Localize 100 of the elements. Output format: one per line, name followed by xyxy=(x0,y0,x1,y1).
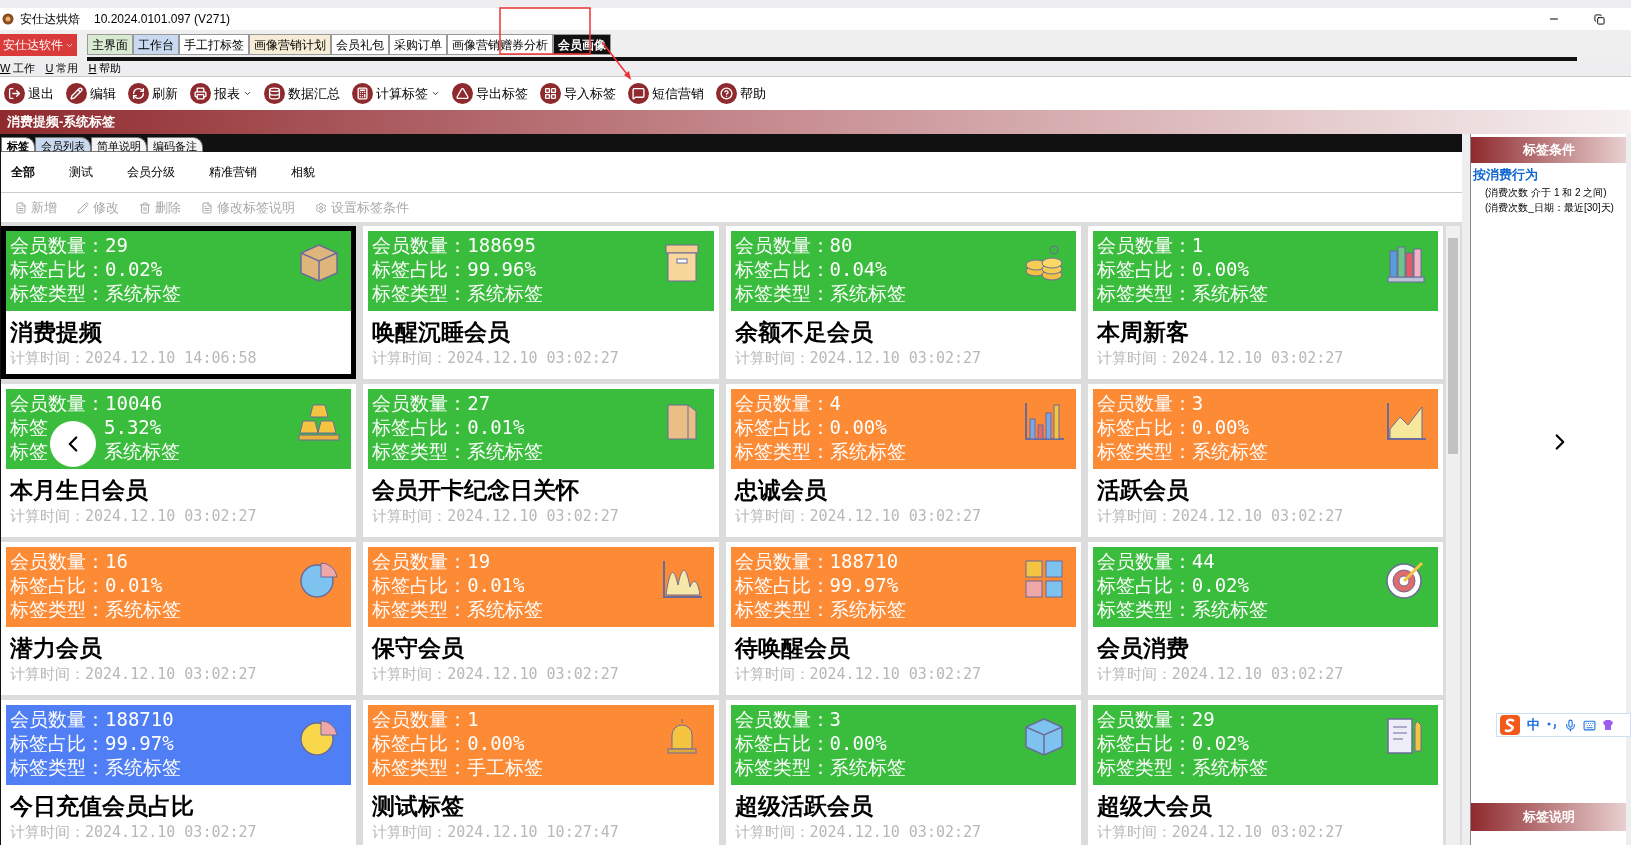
card-title: 唤醒沉睡会员 xyxy=(372,318,512,347)
tag-ratio: 标签占比：0.00% xyxy=(1096,415,1249,439)
tag-ratio: 标签 xyxy=(10,415,48,439)
tag-card[interactable]: 会员数量：188695 标签占比：99.96% 标签类型：系统标签 唤醒沉睡会员 计算时间：2024.12.10 03:02:27 xyxy=(363,226,719,379)
tag-type: 标签类型：系统标签 xyxy=(372,597,544,621)
tag-type: 标签类型：系统标签 xyxy=(734,281,906,305)
scrollbar[interactable] xyxy=(1446,226,1460,845)
module-tab[interactable]: 画像营销计划 xyxy=(249,34,331,55)
tag-ratio: 标签占比：99.97% xyxy=(734,573,899,597)
view-tab[interactable]: 编码备注 xyxy=(147,137,203,152)
card-title: 保守会员 xyxy=(372,634,466,663)
tag-card[interactable]: 会员数量：1 标签占比：0.00% 标签类型：系统标签 本周新客 计算时间：2024.12.10 03:02:27 xyxy=(1087,226,1443,379)
tag-card[interactable]: 会员数量：3 标签占比：0.00% 标签类型：系统标签 超级活跃会员 计算时间：2024.12.10 03:02:27 xyxy=(725,700,1081,845)
calculator-icon xyxy=(352,83,373,104)
keyboard-icon[interactable] xyxy=(1583,718,1596,732)
calc-time: 计算时间：2024.12.10 03:02:27 xyxy=(1096,664,1345,685)
calc-time: 计算时间：2024.12.10 03:02:27 xyxy=(372,348,620,369)
toolbar-button[interactable]: 编辑 xyxy=(66,83,116,104)
tag-card[interactable]: 会员数量：4 标签占比：0.00% 标签类型：系统标签 忠诚会员 计算时间：2024.12.10 03:02:27 xyxy=(725,384,1081,537)
toolbar-button[interactable]: 报表 xyxy=(190,83,252,104)
caret-icon xyxy=(431,89,440,98)
microphone-icon[interactable] xyxy=(1564,718,1577,732)
calc-time: 计算时间：2024.12.10 03:02:27 xyxy=(372,506,620,527)
tag-ratio: 标签占比：0.00% xyxy=(734,415,887,439)
tag-card[interactable]: 会员数量：19 标签占比：0.01% 标签类型：系统标签 保守会员 计算时间：2024.12.10 03:02:27 xyxy=(363,542,719,695)
tag-card[interactable]: 会员数量：16 标签占比：0.01% 标签类型：系统标签 潜力会员 计算时间：2024.12.10 03:02:27 xyxy=(1,542,357,695)
tag-type: 标签类型：手工标签 xyxy=(372,755,544,779)
condition-group: 按消费行为 xyxy=(1473,165,1626,185)
shirt-icon[interactable] xyxy=(1602,719,1614,731)
grid-icon xyxy=(540,83,561,104)
document-icon xyxy=(15,201,27,214)
card-title: 测试标签 xyxy=(372,792,466,821)
tag-type: 标签 xyxy=(10,439,48,463)
category-tab[interactable]: 测试 xyxy=(69,163,93,181)
toolbar-button[interactable]: 导出标签 xyxy=(452,83,528,104)
category-tab[interactable]: 会员分级 xyxy=(127,163,175,181)
calc-time: 计算时间：2024.12.10 03:02:27 xyxy=(1096,506,1345,527)
tag-card[interactable]: 会员数量：80 标签占比：0.04% 标签类型：系统标签 余额不足会员 计算时间：2024.12.10 03:02:27 xyxy=(725,226,1081,379)
card-title: 潜力会员 xyxy=(10,634,103,663)
tag-card[interactable]: 会员数量：10046 标签 5.32% 标签 系统标签 本月生日会员 计算时间：2024.12.10 03:02:27 xyxy=(1,384,357,537)
tag-card[interactable]: 会员数量：3 标签占比：0.00% 标签类型：系统标签 活跃会员 计算时间：2024.12.10 03:02:27 xyxy=(1087,384,1443,537)
card-title: 消费提频 xyxy=(10,318,103,347)
view-tab[interactable]: 简单说明 xyxy=(91,137,147,152)
member-count: 会员数量：188710 xyxy=(10,707,175,731)
tag-card[interactable]: 会员数量：29 标签占比：0.02% 标签类型：系统标签 超级大会员 计算时间：2024.12.10 03:02:27 xyxy=(1087,700,1443,845)
menu-item[interactable]: U 常用 xyxy=(45,59,79,77)
card-title: 本月生日会员 xyxy=(10,476,149,505)
tag-card[interactable]: 会员数量：27 标签占比：0.01% 标签类型：系统标签 会员开卡纪念日关怀 计算时间：2024.12.10 03:02:27 xyxy=(363,384,719,537)
brand-menu-button[interactable]: 安仕达软件 xyxy=(0,34,77,56)
gear-icon xyxy=(315,201,327,214)
card-title: 会员消费 xyxy=(1096,634,1190,663)
tag-card[interactable]: 会员数量：188710 标签占比：99.97% 标签类型：系统标签 今日充值会员占比 计算时间：2024.12.10 03:02:27 xyxy=(1,700,357,845)
category-tab[interactable]: 全部 xyxy=(11,163,35,181)
member-count: 会员数量：4 xyxy=(734,391,842,415)
module-tab[interactable]: 会员礼包 xyxy=(331,34,389,55)
tag-card[interactable]: 会员数量：44 标签占比：0.02% 标签类型：系统标签 会员消费 计算时间：2024.12.10 03:02:27 xyxy=(1087,542,1443,695)
calc-time: 计算时间：2024.12.10 03:02:27 xyxy=(372,664,620,685)
tag-type-value: 系统标签 xyxy=(104,439,180,463)
module-tab[interactable]: 工作台 xyxy=(133,34,179,55)
toolbar-button[interactable]: 短信营销 xyxy=(628,83,704,104)
tag-card[interactable]: 会员数量：188710 标签占比：99.97% 标签类型：系统标签 待唤醒会员 计算时间：2024.12.10 03:02:27 xyxy=(725,542,1081,695)
member-count: 会员数量：19 xyxy=(372,549,492,573)
toolbar-button[interactable]: 数据汇总 xyxy=(264,83,340,104)
menu-item[interactable]: W 工作 xyxy=(0,59,36,77)
menu-item[interactable]: H 帮助 xyxy=(88,59,122,77)
member-count: 会员数量：29 xyxy=(1096,707,1216,731)
member-count: 会员数量：44 xyxy=(1096,549,1216,573)
card-title: 余额不足会员 xyxy=(734,318,874,347)
tag-type: 标签类型：系统标签 xyxy=(1096,439,1268,463)
view-tab[interactable]: 标签 xyxy=(1,137,35,152)
toolbar-button[interactable]: 帮助 xyxy=(716,83,766,104)
document-icon xyxy=(201,201,213,214)
toolbar-button[interactable]: 导入标签 xyxy=(540,83,616,104)
calc-time: 计算时间：2024.12.10 03:02:27 xyxy=(10,822,258,843)
tag-type: 标签类型：系统标签 xyxy=(372,281,544,305)
module-tab[interactable]: 主界面 xyxy=(87,34,133,55)
condition-text: (消费次数_日期：最近[30]天) xyxy=(1484,200,1615,215)
view-tab[interactable]: 会员列表 xyxy=(35,137,91,152)
scroll-thumb[interactable] xyxy=(1448,238,1458,454)
tag-card[interactable]: 会员数量：29 标签占比：0.02% 标签类型：系统标签 消费提频 计算时间：2024.12.10 14:06:58 xyxy=(1,226,357,379)
restore-icon[interactable] xyxy=(1594,13,1605,25)
database-icon xyxy=(264,83,285,104)
category-tab[interactable]: 相貌 xyxy=(291,163,315,181)
tag-card[interactable]: 会员数量：1 标签占比：0.00% 标签类型：手工标签 测试标签 计算时间：2024.12.10 10:27:47 xyxy=(363,700,719,845)
tag-ratio: 标签占比：0.02% xyxy=(1096,573,1249,597)
module-tab[interactable]: 采购订单 xyxy=(389,34,447,55)
tag-ratio: 标签占比：0.00% xyxy=(1096,257,1249,281)
category-tab[interactable]: 精准营销 xyxy=(209,163,257,181)
tag-type: 标签类型：系统标签 xyxy=(734,439,906,463)
page-header: 消费提频-系统标签 xyxy=(0,110,1631,134)
tag-type: 标签类型：系统标签 xyxy=(1096,755,1268,779)
toolbar-button[interactable]: 计算标签 xyxy=(352,83,440,104)
ime-mode[interactable]: 中 xyxy=(1527,715,1540,735)
card-title: 忠诚会员 xyxy=(734,476,828,505)
tag-ratio: 标签占比：0.02% xyxy=(1096,731,1249,755)
toolbar-button[interactable]: 刷新 xyxy=(128,83,178,104)
toolbar-button[interactable]: 退出 xyxy=(4,83,54,104)
trash-icon xyxy=(139,201,151,214)
pencil-icon xyxy=(66,83,87,104)
module-tab[interactable]: 手工打标签 xyxy=(179,34,249,55)
